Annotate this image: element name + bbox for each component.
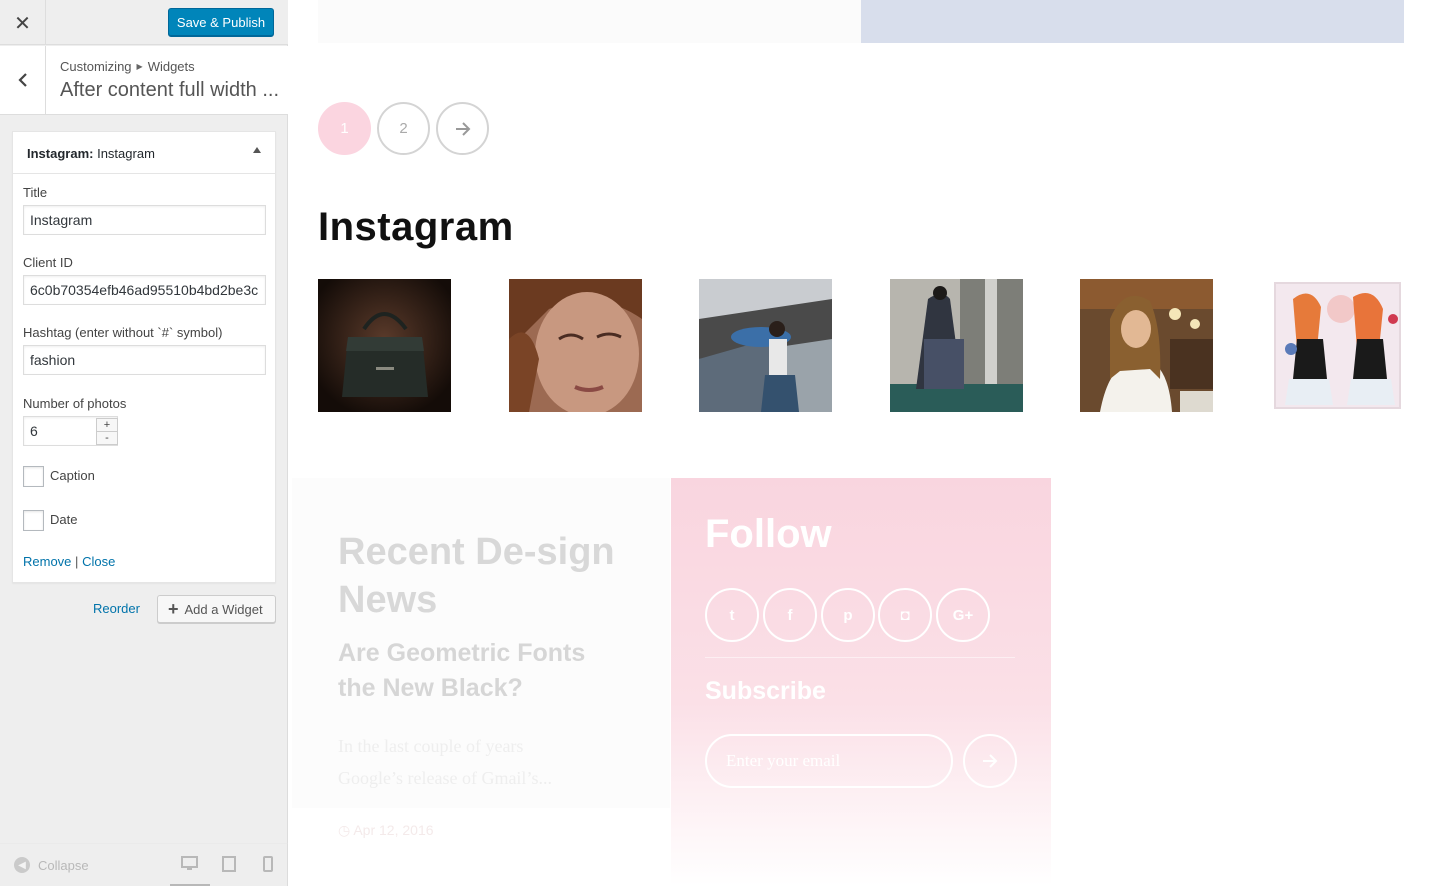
- photos-count-stepper[interactable]: 6 + -: [23, 416, 118, 446]
- breadcrumb-parent: Customizing: [60, 59, 132, 74]
- collapse-label[interactable]: Collapse: [38, 858, 89, 873]
- recent-post-date-text: Apr 12, 2016: [353, 822, 434, 838]
- tablet-icon[interactable]: [222, 856, 236, 876]
- remove-link[interactable]: Remove: [23, 554, 71, 569]
- customizer-header: ✕ Save & Publish: [0, 0, 288, 45]
- date-label: Date: [50, 512, 78, 527]
- collapse-icon[interactable]: ◀: [14, 857, 30, 873]
- close-icon[interactable]: ✕: [0, 0, 46, 45]
- date-checkbox[interactable]: [23, 510, 44, 531]
- subscribe-title: Subscribe: [705, 677, 826, 705]
- arrow-right-icon: [983, 754, 998, 768]
- client-id-label: Client ID: [23, 255, 73, 270]
- mobile-icon[interactable]: [263, 856, 273, 876]
- title-label: Title: [23, 185, 48, 200]
- breadcrumb-separator-icon: ▶: [136, 62, 143, 71]
- email-input[interactable]: Enter your email: [705, 734, 953, 788]
- client-id-input[interactable]: 6c0b70354efb46ad95510b4bd2be3c: [23, 275, 266, 305]
- recent-post-title[interactable]: Are Geometric Fonts the New Black?: [338, 636, 628, 706]
- section-title: After content full width ...: [60, 79, 279, 101]
- photos-count-label: Number of photos: [23, 396, 127, 411]
- breadcrumb: Customizing ▶ Widgets: [60, 59, 195, 74]
- google-plus-icon[interactable]: G+: [936, 588, 990, 642]
- instagram-widget-panel: Instagram: Instagram Title Instagram Cli…: [12, 131, 276, 583]
- caption-label: Caption: [50, 468, 95, 483]
- arrow-right-icon: [455, 121, 470, 136]
- instagram-heading: Instagram: [318, 205, 514, 249]
- link-separator: |: [75, 554, 79, 569]
- pagination-next-button[interactable]: [436, 102, 489, 155]
- desktop-icon[interactable]: [181, 856, 198, 875]
- decrement-button[interactable]: -: [96, 431, 118, 445]
- instagram-photo-woman-closeup[interactable]: [509, 279, 642, 412]
- reorder-link[interactable]: Reorder: [93, 601, 140, 616]
- widget-name-label: Instagram: [97, 146, 155, 161]
- title-input[interactable]: Instagram: [23, 205, 266, 235]
- photos-count-value: 6: [30, 423, 38, 439]
- follow-divider: [705, 657, 1015, 658]
- widget-type-label: Instagram:: [27, 146, 94, 161]
- pagination-page-1[interactable]: 1: [318, 102, 371, 155]
- recent-news-title: Recent De-sign News: [338, 531, 615, 621]
- widget-title: Instagram: Instagram: [27, 146, 155, 161]
- increment-button[interactable]: +: [96, 418, 118, 432]
- follow-title: Follow: [705, 512, 832, 556]
- pinterest-icon[interactable]: p: [821, 588, 875, 642]
- instagram-photo-illustration[interactable]: [1271, 279, 1404, 412]
- previous-image-block: [861, 0, 1404, 43]
- facebook-icon[interactable]: f: [763, 588, 817, 642]
- section-header: Customizing ▶ Widgets After content full w…: [0, 46, 288, 115]
- instagram-photo-dancer[interactable]: [699, 279, 832, 412]
- add-widget-button[interactable]: + Add a Widget: [157, 595, 276, 623]
- breadcrumb-child: Widgets: [147, 59, 195, 74]
- instagram-icon[interactable]: ◘: [878, 588, 932, 642]
- instagram-photo-cafe-woman[interactable]: [1080, 279, 1213, 412]
- excerpt-line-1: In the last couple of years: [338, 736, 524, 756]
- customizer-footer: ◀ Collapse: [0, 843, 288, 886]
- recent-post-excerpt: In the last couple of years Google’s rel…: [338, 730, 613, 794]
- chevron-left-icon[interactable]: [0, 46, 46, 114]
- add-widget-label: Add a Widget: [184, 601, 263, 617]
- save-publish-button[interactable]: Save & Publish: [168, 8, 274, 37]
- excerpt-line-2: Google’s release of Gmail’s...: [338, 768, 552, 788]
- hashtag-label: Hashtag (enter without `#` symbol): [23, 325, 223, 340]
- close-link[interactable]: Close: [82, 554, 115, 569]
- subscribe-submit-button[interactable]: [963, 734, 1017, 788]
- hashtag-input[interactable]: fashion: [23, 345, 266, 375]
- plus-icon: +: [168, 599, 179, 619]
- collapse-arrow-icon[interactable]: [253, 147, 261, 153]
- widget-header[interactable]: Instagram: Instagram: [13, 132, 275, 174]
- customizer-sidebar: ✕ Save & Publish Customizing ▶ Widgets Aft…: [0, 0, 288, 886]
- widget-actions: Remove | Close: [23, 554, 115, 569]
- previous-post-block: [318, 0, 861, 43]
- instagram-photo-dress[interactable]: [890, 279, 1023, 412]
- caption-checkbox[interactable]: [23, 466, 44, 487]
- twitter-icon[interactable]: t: [705, 588, 759, 642]
- recent-post-date: ◷ Apr 12, 2016: [338, 822, 434, 839]
- clock-icon: ◷: [338, 822, 351, 838]
- pagination-page-2[interactable]: 2: [377, 102, 430, 155]
- instagram-photo-handbag[interactable]: [318, 279, 451, 412]
